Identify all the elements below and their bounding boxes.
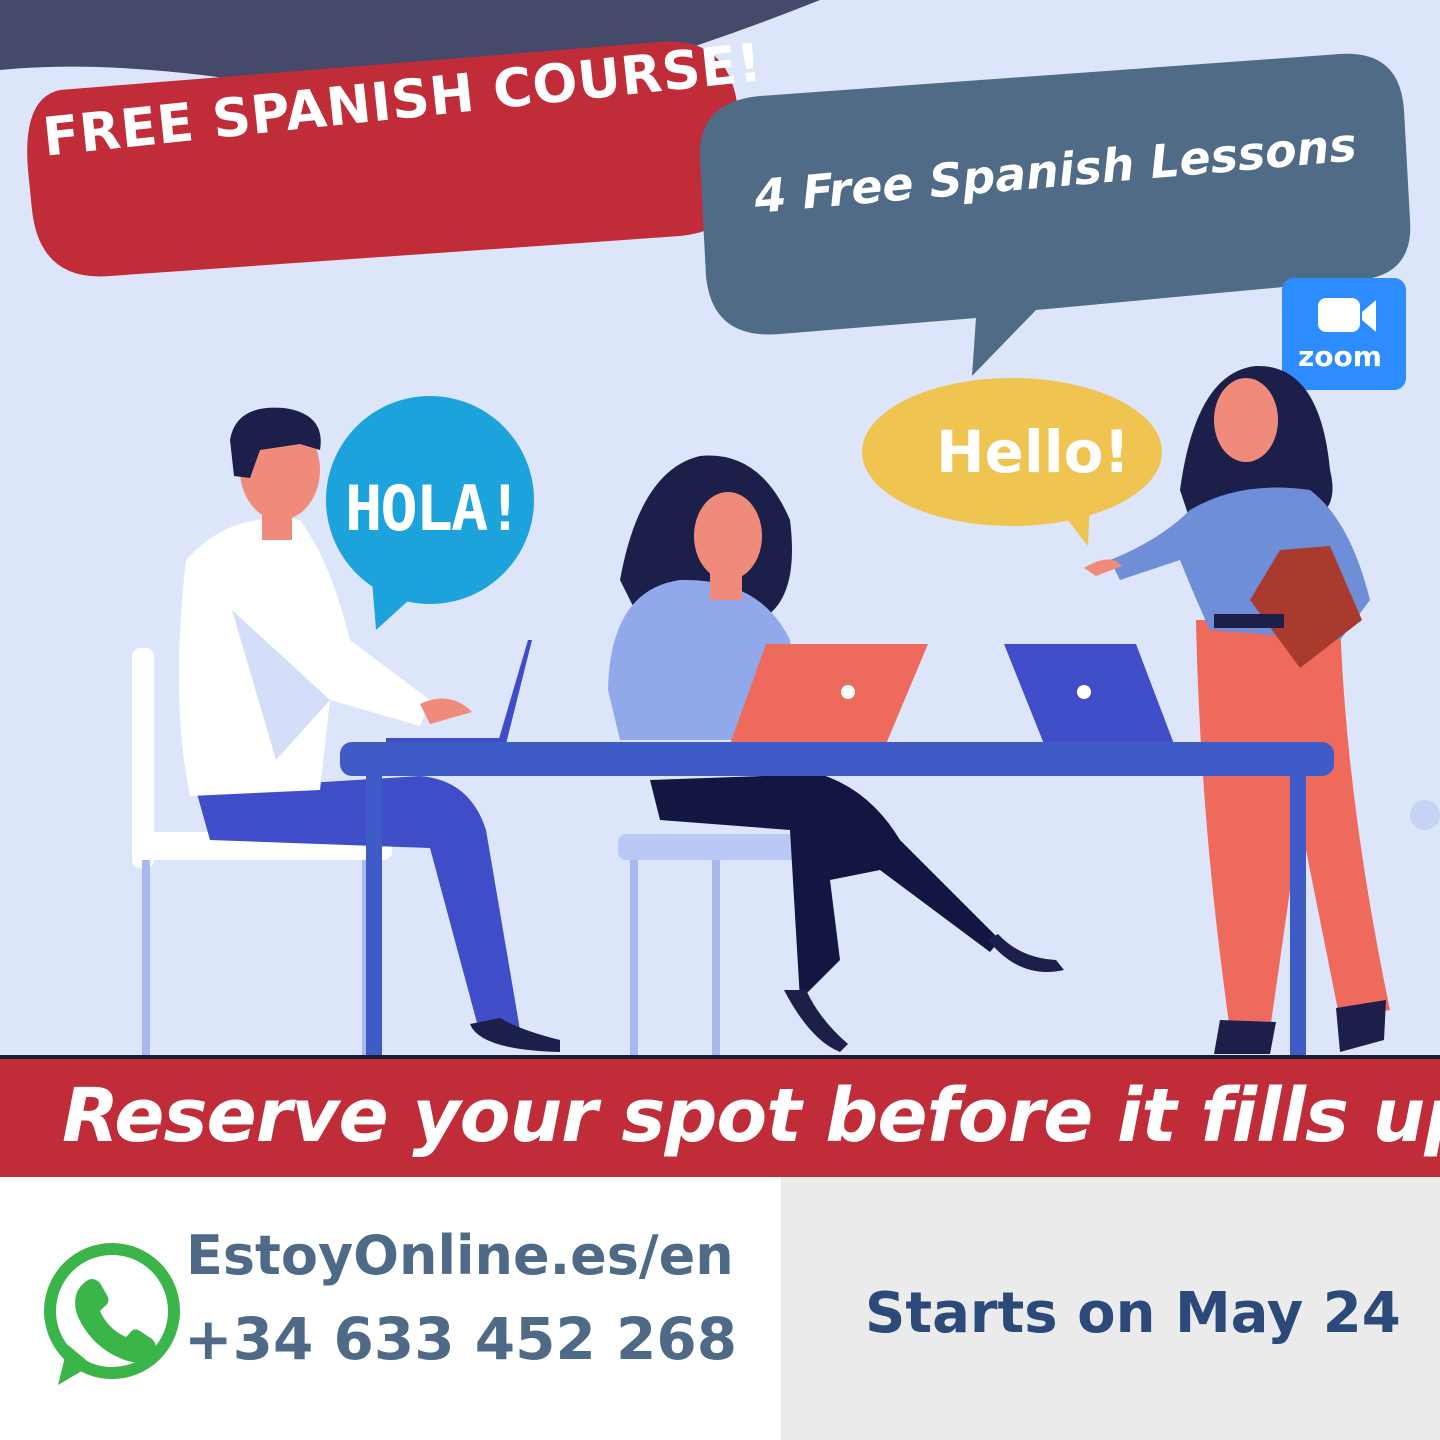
hola-text: HOLA!	[345, 472, 524, 545]
whatsapp-icon	[44, 1243, 180, 1385]
website-link[interactable]: EstoyOnline.es/en	[186, 1224, 734, 1287]
zoom-label: zoom	[1298, 340, 1382, 373]
reserve-banner: Reserve your spot before it fills up	[0, 1055, 1440, 1177]
start-date-text: Starts on May 24	[865, 1281, 1401, 1346]
contact-panel: EstoyOnline.es/en +34 633 452 268	[0, 1177, 781, 1440]
promo-poster: FREE SPANISH COURSE! 4 Free Spanish Less…	[0, 0, 1440, 1440]
start-date-panel: Starts on May 24	[781, 1177, 1440, 1440]
decor-shape	[1410, 800, 1440, 830]
hello-text: Hello!	[936, 418, 1130, 486]
reserve-banner-text: Reserve your spot before it fills up	[62, 1073, 1440, 1159]
phone-number[interactable]: +34 633 452 268	[184, 1305, 737, 1373]
